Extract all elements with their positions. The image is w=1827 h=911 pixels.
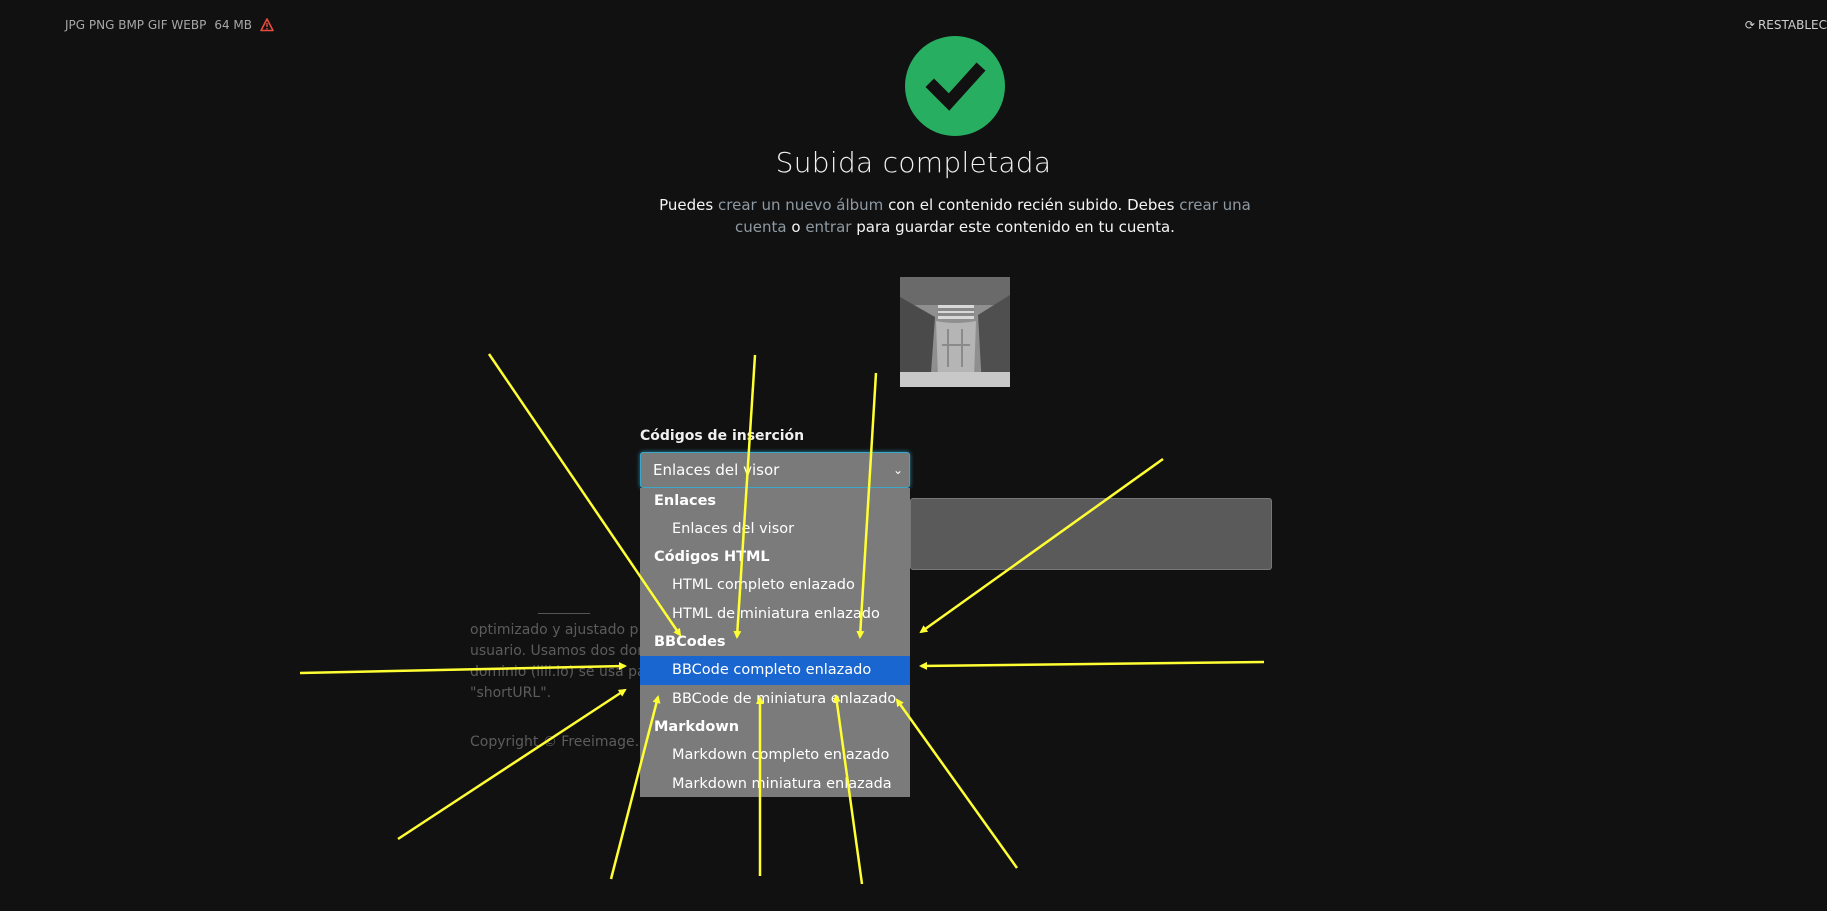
reset-label: RESTABLEC (1757, 18, 1827, 32)
login-link[interactable]: entrar (805, 218, 851, 236)
copyright-text: Copyright © Freeimage.h (470, 734, 648, 750)
reset-button[interactable]: ⟳ RESTABLEC (1745, 18, 1827, 32)
refresh-icon: ⟳ (1744, 18, 1755, 32)
dropdown-group-html: Códigos HTML (654, 549, 770, 565)
desc-text: con el contenido recién subido. Debes (883, 196, 1180, 214)
embed-code-textarea[interactable] (910, 498, 1272, 570)
upload-description: Puedes crear un nuevo álbum con el conte… (640, 194, 1270, 238)
success-check-badge (905, 36, 1005, 136)
select-value: Enlaces del visor (653, 461, 780, 479)
warning-triangle-icon (260, 18, 274, 32)
embed-codes-label: Códigos de inserción (640, 428, 805, 444)
option-html-thumb-linked[interactable]: HTML de miniatura enlazado (640, 600, 910, 629)
embed-codes-dropdown: Enlaces Enlaces del visor Códigos HTML H… (640, 488, 910, 797)
embed-codes-select[interactable]: Enlaces del visor ⌄ (640, 452, 910, 488)
divider (538, 613, 590, 614)
checkmark-icon (925, 62, 986, 111)
desc-text: para guardar este contenido en tu cuenta… (851, 218, 1175, 236)
annotation-arrow (919, 660, 1265, 670)
dropdown-group-bbcodes: BBCodes (654, 634, 726, 650)
thumbnail-image (900, 277, 1010, 387)
allowed-formats: JPG PNG BMP GIF WEBP (65, 18, 207, 32)
annotation-arrow (397, 688, 627, 841)
dropdown-group-markdown: Markdown (654, 719, 740, 735)
annotation-arrow (895, 698, 1019, 869)
option-markdown-thumb-linked[interactable]: Markdown miniatura enlazada (640, 770, 910, 799)
desc-text: o (786, 218, 806, 236)
max-file-size: 64 MB (214, 18, 252, 32)
option-bbcode-thumb-linked[interactable]: BBCode de miniatura enlazado (640, 685, 910, 714)
desc-text: Puedes (659, 196, 718, 214)
option-bbcode-full-linked[interactable]: BBCode completo enlazado (640, 656, 910, 685)
uploaded-image-thumbnail[interactable] (900, 277, 1010, 387)
dropdown-group-enlaces: Enlaces (654, 493, 717, 509)
chevron-down-icon: ⌄ (892, 463, 903, 477)
option-html-full-linked[interactable]: HTML completo enlazado (640, 571, 910, 600)
option-viewer-links[interactable]: Enlaces del visor (640, 515, 910, 544)
allowed-formats-info: JPG PNG BMP GIF WEBP 64 MB (65, 18, 274, 32)
upload-complete-title: Subida completada (775, 146, 1052, 179)
annotation-arrows (299, 353, 1265, 885)
create-album-link[interactable]: crear un nuevo álbum (718, 196, 883, 214)
option-markdown-full-linked[interactable]: Markdown completo enlazado (640, 741, 910, 770)
